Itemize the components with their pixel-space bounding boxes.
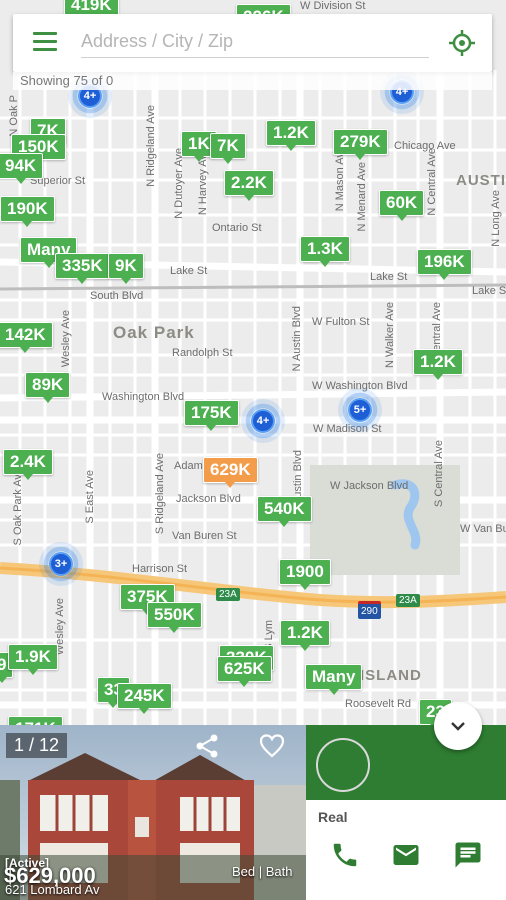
collapse-button[interactable] — [434, 702, 482, 750]
price-pin[interactable]: 540K — [257, 496, 312, 527]
street-label: South Blvd — [90, 290, 144, 302]
search-bar — [13, 14, 492, 72]
listing-photo[interactable]: 1 / 12 [Active] $629,000 621 Lombard Av … — [0, 725, 306, 900]
price-pin[interactable]: 625K — [217, 656, 272, 687]
area-label-island: ISLAND — [360, 667, 422, 684]
street-label: Lake St — [170, 265, 208, 277]
listing-address: 621 Lombard Av — [5, 882, 100, 897]
street-label: Lake St — [370, 271, 408, 283]
street-label: Lake Ste — [472, 285, 506, 297]
street-label: Chicago Ave — [394, 140, 456, 152]
street-label: Adam — [174, 460, 203, 472]
street-label: S Central Ave — [433, 440, 445, 508]
street-label: Randolph St — [172, 347, 233, 359]
price-pin[interactable]: 142K — [0, 322, 53, 353]
price-pin[interactable]: 171K — [8, 716, 63, 725]
street-label: W Van Bu — [460, 523, 506, 535]
agent-card: Real — [306, 725, 506, 900]
share-icon[interactable] — [194, 733, 220, 759]
phone-icon[interactable] — [330, 840, 360, 870]
price-pin-selected[interactable]: 629K — [203, 457, 258, 488]
price-pin[interactable]: 60K — [379, 190, 425, 221]
street-label: N Dutoyer Ave — [173, 148, 185, 219]
price-pin[interactable]: 2.4K — [3, 449, 53, 480]
cluster-marker[interactable]: 5+ — [338, 388, 382, 432]
price-pin[interactable]: 196K — [417, 249, 472, 280]
heart-icon[interactable] — [258, 732, 286, 760]
search-input[interactable] — [81, 26, 429, 58]
cluster-count: 4+ — [251, 409, 275, 433]
price-pin[interactable]: 175K — [184, 400, 239, 431]
price-pin[interactable]: 7K — [210, 133, 246, 164]
price-pin[interactable]: 9K — [108, 253, 144, 284]
street-label: Wesley Ave — [60, 310, 72, 368]
price-pin[interactable]: 245K — [117, 683, 172, 714]
price-pin[interactable]: 1.2K — [413, 349, 463, 380]
crosshair-icon[interactable] — [449, 30, 475, 56]
cluster-marker[interactable]: 4+ — [241, 399, 285, 443]
price-pin[interactable]: 2.2K — [224, 170, 274, 201]
price-pin[interactable]: 94K — [0, 153, 44, 184]
street-label: N Oak P — [8, 95, 20, 137]
street-label: Van Buren St — [172, 530, 237, 542]
street-label: N Mason Ave — [334, 146, 346, 212]
menu-icon[interactable] — [33, 32, 57, 52]
highway-shield: 23A — [396, 594, 420, 607]
price-pin[interactable]: 89K — [25, 372, 71, 403]
chevron-down-icon — [451, 722, 465, 731]
street-label: N Ridgeland Ave — [145, 105, 157, 187]
cluster-count: 3+ — [49, 552, 73, 576]
street-label: W Fulton St — [312, 316, 370, 328]
price-pin[interactable]: 1.2K — [266, 120, 316, 151]
street-label: W Jackson Blvd — [330, 480, 409, 492]
listing-panel: 1 / 12 [Active] $629,000 621 Lombard Av … — [0, 725, 506, 900]
street-label: S Ridgeland Ave — [154, 453, 166, 535]
price-pin[interactable]: Many — [305, 664, 363, 695]
price-pin[interactable]: 1.9K — [8, 644, 58, 675]
cluster-count: 5+ — [348, 398, 372, 422]
photo-counter: 1 / 12 — [6, 733, 68, 758]
price-pin[interactable]: 279K — [333, 129, 388, 160]
street-label: N Menard Ave — [356, 162, 368, 232]
area-label-austin: AUSTI — [456, 172, 506, 189]
area-label-oak-park: Oak Park — [113, 323, 195, 342]
price-pin[interactable]: 335K — [55, 253, 110, 284]
agent-name: Real — [318, 809, 348, 825]
street-label: W Division St — [300, 0, 366, 12]
street-label: Ontario St — [212, 222, 262, 234]
street-label: Harrison St — [132, 563, 188, 575]
results-count: Showing 75 of 0 — [13, 72, 492, 90]
price-pin[interactable]: 1.3K — [300, 236, 350, 267]
street-label: Jackson Blvd — [176, 493, 241, 505]
listing-bed-bath: Bed | Bath — [232, 864, 293, 879]
cluster-marker[interactable]: 3+ — [39, 542, 83, 586]
street-label: Roosevelt Rd — [345, 698, 412, 710]
message-icon[interactable] — [453, 840, 483, 870]
price-pin[interactable]: 550K — [147, 602, 202, 633]
street-label: N Central Ave — [426, 148, 438, 216]
highway-shield: 23A — [216, 588, 240, 601]
street-label: N Walker Ave — [384, 302, 396, 369]
street-label: S East Ave — [84, 470, 96, 524]
street-label: N Austin Blvd — [291, 306, 303, 372]
email-icon[interactable] — [391, 840, 421, 870]
map[interactable]: W Division St Chicago Ave Superior St On… — [0, 0, 506, 725]
highway-shield: 290 — [358, 601, 381, 619]
avatar[interactable] — [316, 738, 370, 792]
price-pin[interactable]: 1900 — [279, 559, 331, 590]
price-pin[interactable]: 1.2K — [280, 620, 330, 651]
price-pin[interactable]: 190K — [0, 196, 55, 227]
street-label: Washington Blvd — [102, 391, 185, 403]
street-label: N Long Ave — [490, 190, 502, 247]
